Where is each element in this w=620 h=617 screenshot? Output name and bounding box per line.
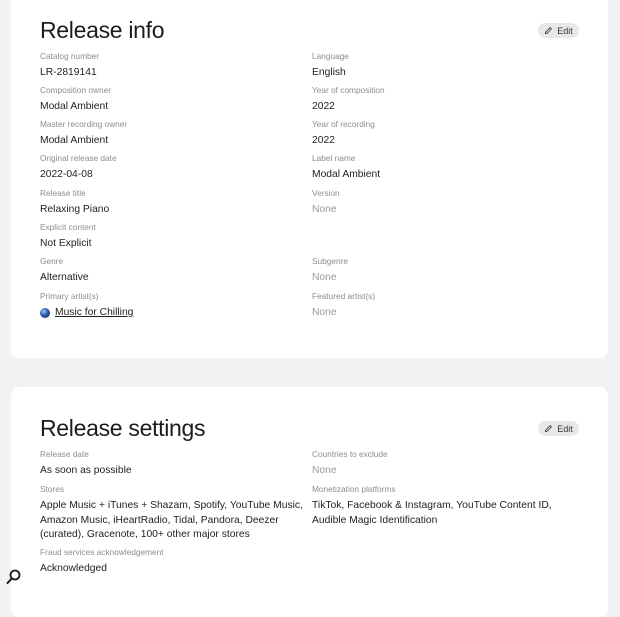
- pencil-icon: [545, 27, 553, 35]
- field-label: Genre: [40, 256, 64, 266]
- field-genre: Genre Alternative: [40, 256, 89, 286]
- release-settings-card: Release settings Edit Release date As so…: [11, 387, 608, 617]
- field-value: English: [312, 67, 346, 78]
- primary-artist: Music for Chilling: [40, 306, 133, 321]
- release-settings-title: Release settings: [40, 415, 206, 441]
- field-label: Stores: [40, 484, 64, 494]
- field-value: 2022: [312, 101, 335, 112]
- field-label: Explicit content: [40, 222, 96, 232]
- field-label: Subgenre: [312, 256, 348, 266]
- release-info-title: Release info: [40, 17, 165, 43]
- field-label: Release date: [40, 449, 89, 459]
- field-release-title: Release title Relaxing Piano: [40, 188, 109, 218]
- field-value: Not Explicit: [40, 238, 92, 249]
- field-label: Label name: [312, 153, 356, 163]
- field-label: Year of recording: [312, 119, 375, 129]
- field-value: None: [312, 465, 337, 476]
- field-value: None: [312, 272, 337, 283]
- field-label: Original release date: [40, 153, 117, 163]
- field-composition-owner: Composition owner Modal Ambient: [40, 85, 111, 115]
- field-value: 2022-04-08: [40, 169, 93, 180]
- pencil-icon: [545, 425, 553, 433]
- field-label: Language: [312, 51, 349, 61]
- field-label: Countries to exclude: [312, 449, 388, 459]
- field-value: As soon as possible: [40, 465, 132, 476]
- field-subgenre: Subgenre None: [312, 256, 348, 286]
- field-label-name: Label name Modal Ambient: [312, 153, 380, 183]
- field-value: Relaxing Piano: [40, 204, 110, 215]
- field-label: Fraud services acknowledgement: [40, 547, 164, 557]
- field-value: Apple Music + iTunes + Shazam, Spotify, …: [40, 500, 303, 540]
- release-info-card: Release info Edit Catalog number LR-2819…: [11, 0, 608, 358]
- field-explicit-content: Explicit content Not Explicit: [40, 222, 96, 252]
- field-value: None: [312, 204, 337, 215]
- field-version: Version None: [312, 188, 340, 218]
- field-stores: Stores Apple Music + iTunes + Shazam, Sp…: [40, 484, 308, 543]
- field-featured-artists: Featured artist(s) None: [312, 291, 375, 321]
- release-info-edit-button[interactable]: Edit: [538, 23, 579, 38]
- release-settings-edit-button[interactable]: Edit: [538, 421, 579, 436]
- field-primary-artists: Primary artist(s) Music for Chilling: [40, 291, 133, 321]
- field-value: 2022: [312, 135, 335, 146]
- magnifier-icon[interactable]: [4, 567, 24, 587]
- field-label: Catalog number: [40, 51, 100, 61]
- field-value: Modal Ambient: [40, 101, 109, 112]
- edit-label: Edit: [557, 25, 573, 36]
- field-value: None: [312, 307, 337, 318]
- field-value: Modal Ambient: [40, 135, 109, 146]
- field-label: Master recording owner: [40, 119, 128, 129]
- field-year-of-recording: Year of recording 2022: [312, 119, 375, 149]
- globe-avatar-icon: [40, 308, 50, 319]
- field-label: Monetization platforms: [312, 484, 396, 494]
- field-label: Composition owner: [40, 85, 112, 95]
- field-value: TikTok, Facebook & Instagram, YouTube Co…: [312, 500, 552, 526]
- field-label: Year of composition: [312, 85, 385, 95]
- field-value: Alternative: [40, 272, 89, 283]
- field-value: Modal Ambient: [312, 169, 381, 180]
- field-value: Acknowledged: [40, 563, 107, 574]
- field-monetization-platforms: Monetization platforms TikTok, Facebook …: [312, 484, 562, 528]
- field-original-release-date: Original release date 2022-04-08: [40, 153, 117, 183]
- field-label: Primary artist(s): [40, 291, 99, 301]
- field-label: Release title: [40, 188, 86, 198]
- field-value: LR-2819141: [40, 67, 97, 78]
- edit-label: Edit: [557, 423, 573, 434]
- field-label: Featured artist(s): [312, 291, 376, 301]
- field-year-of-composition: Year of composition 2022: [312, 85, 385, 115]
- field-catalog-number: Catalog number LR-2819141: [40, 51, 99, 81]
- field-label: Version: [312, 188, 340, 198]
- field-release-date: Release date As soon as possible: [40, 449, 132, 479]
- field-fraud-acknowledgement: Fraud services acknowledgement Acknowled…: [40, 547, 164, 577]
- primary-artist-link[interactable]: Music for Chilling: [55, 306, 133, 321]
- field-master-recording-owner: Master recording owner Modal Ambient: [40, 119, 127, 149]
- field-language: Language English: [312, 51, 349, 81]
- field-countries-to-exclude: Countries to exclude None: [312, 449, 388, 479]
